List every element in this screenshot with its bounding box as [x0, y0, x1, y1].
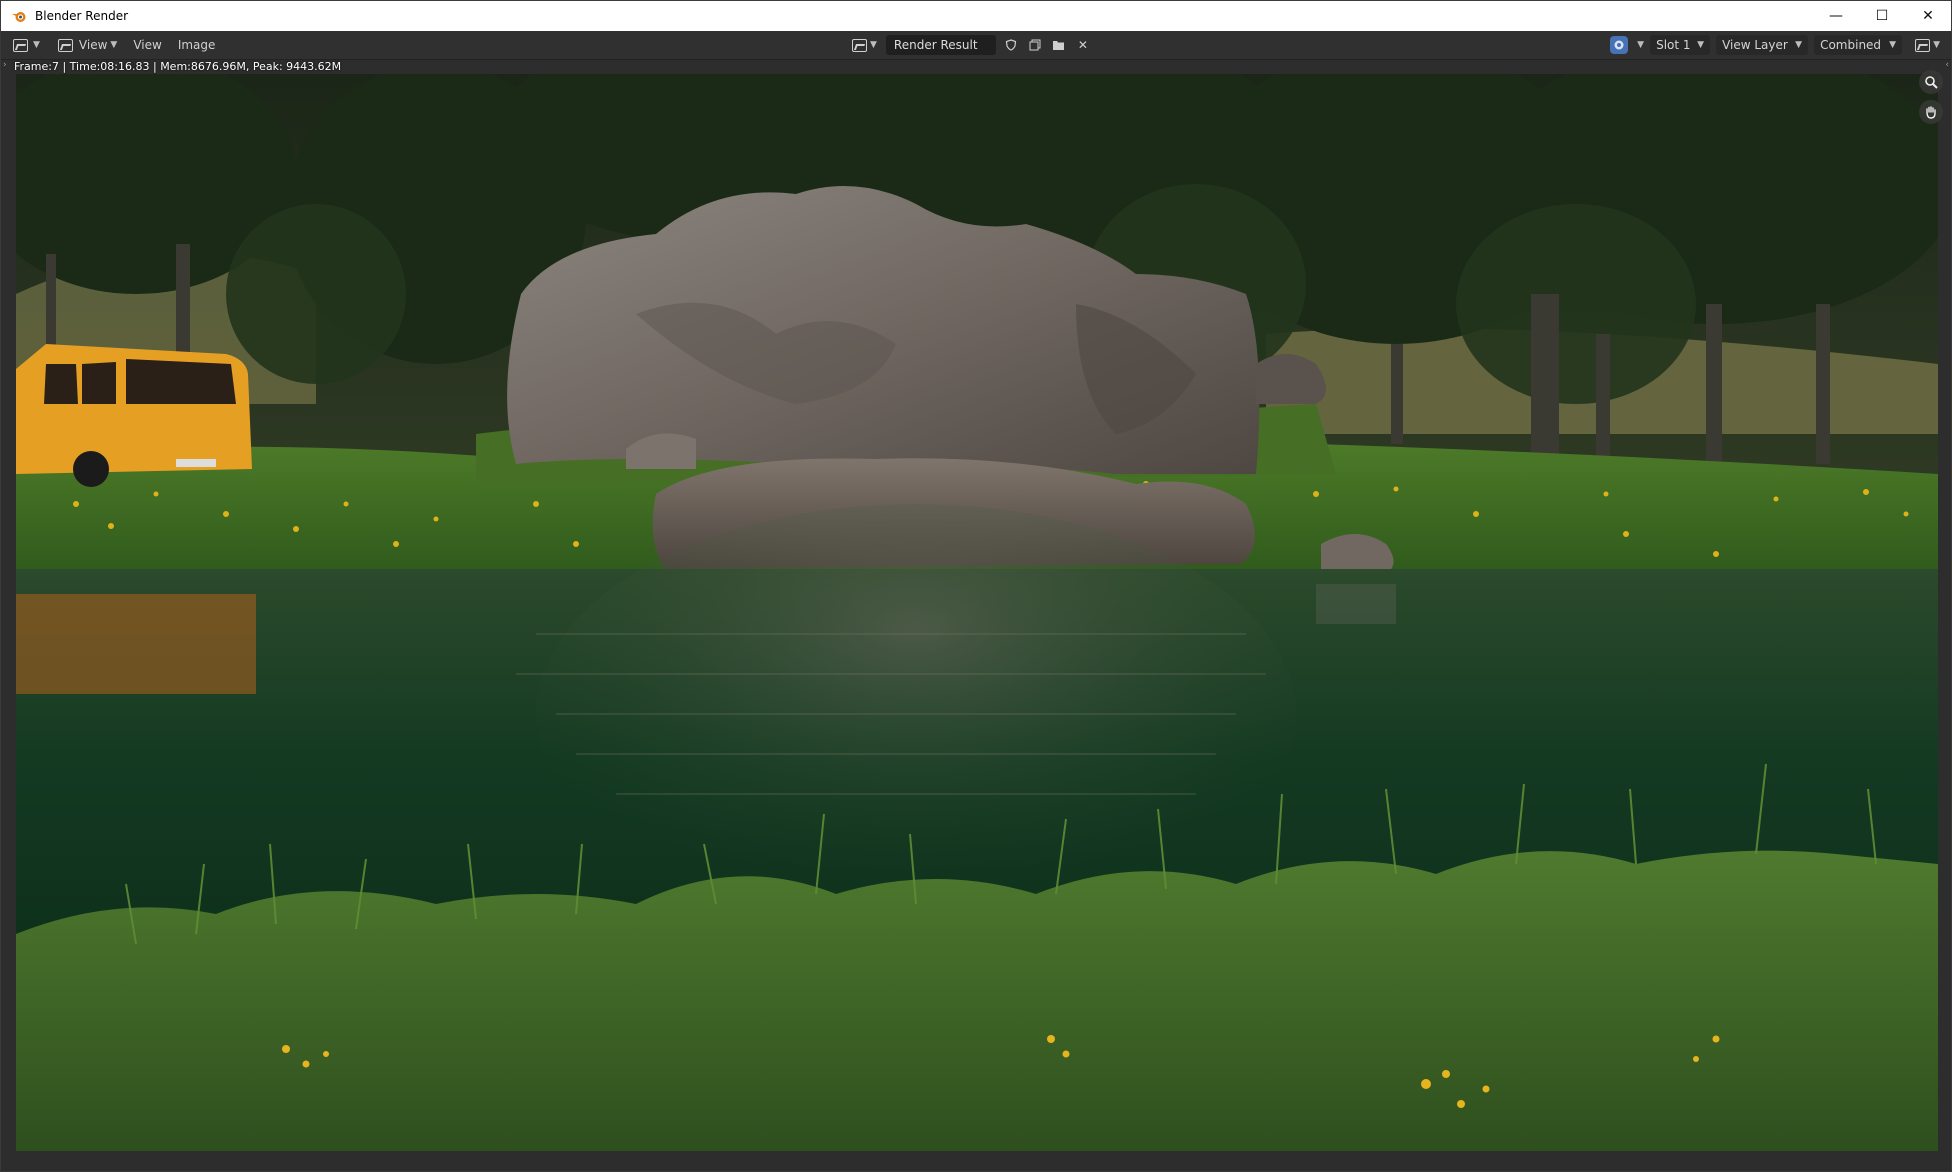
display-channels-icon[interactable] [1610, 36, 1629, 54]
chevron-down-icon: ▼ [1889, 40, 1897, 50]
render-status-text: Frame:7 | Time:08:16.83 | Mem:8676.96M, … [14, 60, 342, 73]
view-mode-dropdown[interactable]: View ▼ [52, 34, 123, 56]
open-folder-icon[interactable] [1050, 36, 1068, 54]
image-editor-icon [13, 38, 28, 52]
blender-logo-icon [11, 8, 27, 24]
render-pass-dropdown[interactable]: Combined ▼ [1814, 35, 1903, 55]
chevron-down-icon[interactable]: ▼ [1637, 40, 1644, 50]
window-titlebar[interactable]: Blender Render — ☐ ✕ [1, 1, 1951, 31]
header-right-group: ▼ Slot 1 ▼ View Layer ▼ Combined ▼ ▼ [1610, 34, 1943, 56]
image-browse-group: ▼ Render Result ✕ [849, 34, 1092, 56]
sample-tool-button[interactable]: ▼ [1912, 34, 1943, 56]
chevron-down-icon: ▼ [1933, 40, 1940, 50]
view-mode-label: View [78, 38, 108, 52]
hand-icon[interactable] [1919, 100, 1943, 124]
minimize-button[interactable]: — [1813, 1, 1859, 31]
chevron-down-icon: ▼ [870, 40, 877, 50]
view-layer-label: View Layer [1722, 38, 1788, 52]
maximize-button[interactable]: ☐ [1859, 1, 1905, 31]
browse-image-button[interactable]: ▼ [849, 34, 880, 56]
sidebar-expand-icon[interactable]: ‹ [1945, 60, 1949, 70]
image-editor-header: ▼ View ▼ View Image ▼ Render Result ✕ ▼ … [1, 31, 1951, 60]
render-result-image [16, 74, 1938, 1151]
fake-user-shield-icon[interactable] [1002, 36, 1020, 54]
slot-dropdown[interactable]: Slot 1 ▼ [1650, 35, 1711, 55]
new-image-icon[interactable] [1026, 36, 1044, 54]
toolbar-expand-icon[interactable]: › [3, 60, 7, 70]
zoom-icon[interactable] [1919, 70, 1943, 94]
close-button[interactable]: ✕ [1905, 1, 1951, 31]
slot-label: Slot 1 [1656, 38, 1691, 52]
render-scene [16, 74, 1938, 1151]
chevron-down-icon: ▼ [33, 40, 40, 50]
menu-image[interactable]: Image [172, 34, 222, 56]
image-browse-icon [852, 38, 867, 52]
blender-render-window: Blender Render — ☐ ✕ ▼ View ▼ View Image… [0, 0, 1952, 1172]
chevron-down-icon: ▼ [1795, 40, 1803, 50]
window-title: Blender Render [35, 9, 129, 23]
render-pass-label: Combined [1820, 38, 1882, 52]
view-layer-dropdown[interactable]: View Layer ▼ [1716, 35, 1809, 55]
image-name-field[interactable]: Render Result [885, 35, 996, 55]
chevron-down-icon: ▼ [1697, 40, 1705, 50]
chevron-down-icon: ▼ [110, 40, 118, 50]
editor-type-button[interactable]: ▼ [9, 34, 44, 56]
menu-view[interactable]: View [127, 34, 167, 56]
image-icon [57, 38, 73, 52]
sample-tool-icon [1915, 38, 1931, 52]
window-controls: — ☐ ✕ [1813, 1, 1951, 31]
van [16, 344, 252, 487]
image-viewport[interactable]: Frame:7 | Time:08:16.83 | Mem:8676.96M, … [1, 60, 1951, 1171]
unlink-x-icon[interactable]: ✕ [1074, 36, 1092, 54]
